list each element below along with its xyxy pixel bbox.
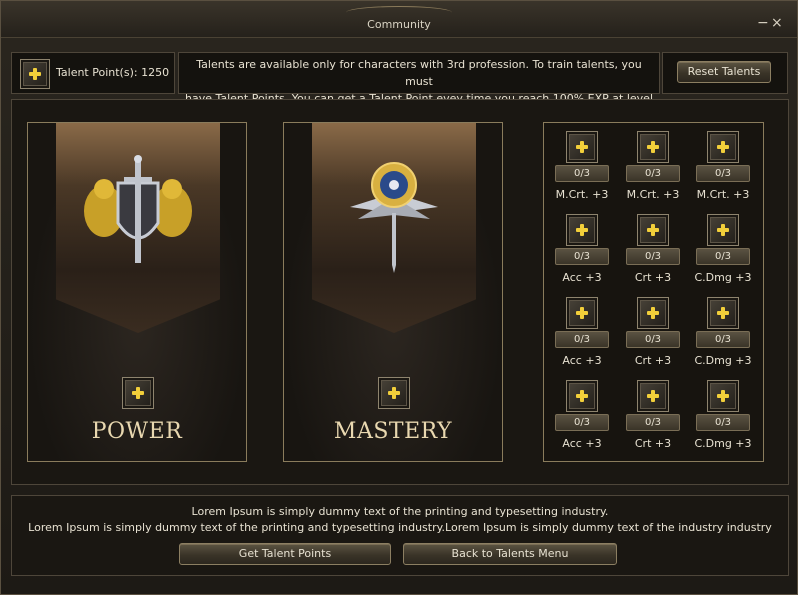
talent-add-button[interactable] <box>707 380 739 412</box>
talent-slot[interactable]: 0/3 Acc +3 <box>551 380 621 460</box>
info-line-1: Talents are available only for character… <box>196 58 642 88</box>
winged-orb-emblem <box>350 162 438 273</box>
get-talent-points-button[interactable]: Get Talent Points <box>179 543 391 565</box>
shield-lions-emblem <box>84 155 192 263</box>
title-bar[interactable]: Community − × <box>1 1 797 38</box>
talent-name: M.Crt. +3 <box>696 188 750 201</box>
talent-add-button[interactable] <box>637 214 669 246</box>
talent-value: 0/3 <box>696 331 750 348</box>
talent-slot[interactable]: 0/3 Crt +3 <box>622 380 692 460</box>
talent-add-button[interactable] <box>707 131 739 163</box>
talent-add-button[interactable] <box>637 380 669 412</box>
talent-name: C.Dmg +3 <box>694 271 752 284</box>
talent-name: Acc +3 <box>562 271 602 284</box>
footer-line-2: Lorem Ipsum is simply dummy text of the … <box>28 521 772 534</box>
talent-name: C.Dmg +3 <box>694 437 752 450</box>
talent-value: 0/3 <box>696 248 750 265</box>
talent-slot[interactable]: 0/3 C.Dmg +3 <box>692 297 762 377</box>
talent-slot[interactable]: 0/3 M.Crt. +3 <box>551 131 621 211</box>
mastery-title: MASTERY <box>333 419 453 444</box>
talent-slot[interactable]: 0/3 Crt +3 <box>622 297 692 377</box>
talent-value: 0/3 <box>626 331 680 348</box>
talent-add-button[interactable] <box>637 131 669 163</box>
talent-slot[interactable]: 0/3 Acc +3 <box>551 214 621 294</box>
talent-add-button[interactable] <box>707 214 739 246</box>
talent-add-button[interactable] <box>566 214 598 246</box>
talent-name: M.Crt. +3 <box>555 188 609 201</box>
talent-slot[interactable]: 0/3 C.Dmg +3 <box>692 214 762 294</box>
talent-add-button[interactable] <box>566 297 598 329</box>
talent-value: 0/3 <box>555 414 609 431</box>
talent-add-button[interactable] <box>566 131 598 163</box>
footer-line-1: Lorem Ipsum is simply dummy text of the … <box>191 505 609 518</box>
minimize-button[interactable]: − <box>757 16 769 30</box>
reset-talents-button[interactable]: Reset Talents <box>677 61 771 83</box>
talent-slot[interactable]: 0/3 M.Crt. +3 <box>692 131 762 211</box>
talent-value: 0/3 <box>626 248 680 265</box>
talent-slot[interactable]: 0/3 M.Crt. +3 <box>622 131 692 211</box>
talent-points-label: Talent Point(s): 1250 <box>56 66 170 79</box>
talent-value: 0/3 <box>696 414 750 431</box>
talent-add-button[interactable] <box>566 380 598 412</box>
talent-value: 0/3 <box>696 165 750 182</box>
talent-name: M.Crt. +3 <box>626 188 680 201</box>
talent-value: 0/3 <box>555 248 609 265</box>
power-add-button[interactable] <box>122 377 154 409</box>
community-window: Community − × Talent Point(s): 1250 Tale… <box>0 0 798 595</box>
mastery-add-button[interactable] <box>378 377 410 409</box>
talent-name: C.Dmg +3 <box>694 354 752 367</box>
talent-name: Crt +3 <box>634 354 672 367</box>
talent-value: 0/3 <box>555 331 609 348</box>
talent-name: Acc +3 <box>562 354 602 367</box>
talent-value: 0/3 <box>626 165 680 182</box>
talent-slot[interactable]: 0/3 C.Dmg +3 <box>692 380 762 460</box>
talent-value: 0/3 <box>626 414 680 431</box>
talent-slot[interactable]: 0/3 Crt +3 <box>622 214 692 294</box>
power-card[interactable]: POWER <box>27 122 247 462</box>
talent-slot[interactable]: 0/3 Acc +3 <box>551 297 621 377</box>
back-to-talents-menu-button[interactable]: Back to Talents Menu <box>403 543 617 565</box>
plus-icon <box>20 59 50 89</box>
talent-name: Crt +3 <box>634 271 672 284</box>
talent-name: Crt +3 <box>634 437 672 450</box>
talent-add-button[interactable] <box>707 297 739 329</box>
talent-name: Acc +3 <box>562 437 602 450</box>
window-title: Community <box>367 18 431 31</box>
power-title: POWER <box>91 419 183 444</box>
mastery-card[interactable]: MASTERY <box>283 122 503 462</box>
talent-add-button[interactable] <box>637 297 669 329</box>
close-button[interactable]: × <box>771 16 783 30</box>
talent-value: 0/3 <box>555 165 609 182</box>
